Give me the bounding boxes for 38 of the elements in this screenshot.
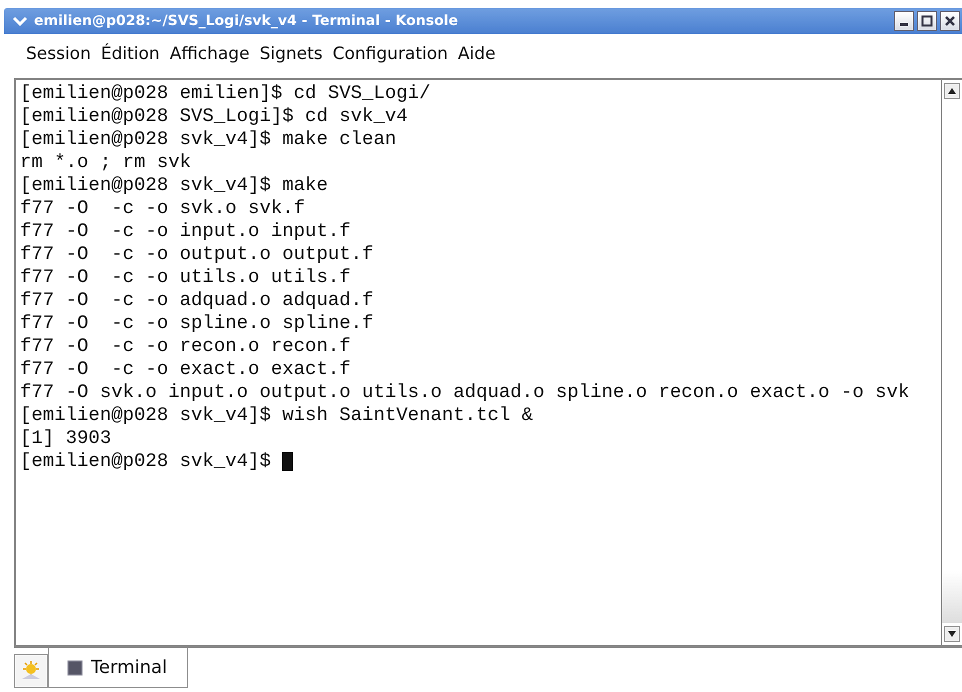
terminal-line: [emilien@p028 SVS_Logi]$ cd svk_v4 (20, 105, 409, 128)
text-cursor (282, 452, 294, 471)
menu-item[interactable]: Affichage (170, 44, 250, 64)
menu-item[interactable]: Signets (260, 44, 323, 64)
menu-item[interactable]: Configuration (332, 44, 448, 64)
menu-item[interactable]: Session (26, 44, 91, 64)
terminal-line: f77 -O -c -o spline.o spline.f (20, 312, 374, 335)
chevron-icon[interactable] (12, 15, 28, 27)
minimize-button[interactable] (894, 11, 914, 31)
terminal-line: rm *.o ; rm svk (20, 151, 192, 174)
menu-item[interactable]: Édition (100, 44, 160, 64)
terminal-line: f77 -O -c -o output.o output.f (20, 243, 374, 266)
terminal-line: [1] 3903 (20, 427, 112, 450)
terminal-line: f77 -O -c -o recon.o recon.f (20, 335, 352, 358)
terminal-line: f77 -O -c -o input.o input.f (20, 220, 352, 243)
terminal-line: [emilien@p028 svk_v4]$ make clean (20, 128, 398, 151)
window-title: emilien@p028:~/SVS_Logi/svk_v4 - Terminal - Konsole (34, 13, 459, 29)
minimize-icon (900, 22, 908, 26)
maximize-button[interactable] (917, 11, 937, 31)
terminal-line: [emilien@p028 svk_v4]$ wish SaintVenant.tcl & (20, 404, 534, 427)
scroll-down-icon[interactable] (944, 626, 960, 642)
terminal-line: [emilien@p028 emilien]$ cd SVS_Logi/ (20, 82, 432, 105)
terminal-line: f77 -O svk.o input.o output.o utils.o adquad.o spline.o recon.o exact.o -o svk (20, 381, 910, 404)
terminal-tab[interactable]: Terminal (48, 648, 188, 688)
close-icon (944, 15, 956, 27)
terminal-line: f77 -O -c -o utils.o utils.f (20, 266, 352, 289)
terminal-prompt: [emilien@p028 svk_v4]$ (20, 450, 272, 473)
close-button[interactable] (940, 11, 960, 31)
sun-icon (20, 661, 42, 681)
maximize-icon (921, 15, 933, 27)
terminal-line: f77 -O -c -o exact.o exact.f (20, 358, 352, 381)
terminal-line: f77 -O -c -o svk.o svk.f (20, 197, 306, 220)
menu-item[interactable]: Aide (458, 44, 496, 64)
terminal-line: f77 -O -c -o adquad.o adquad.f (20, 289, 374, 312)
scroll-up-icon[interactable] (944, 83, 960, 99)
new-session-button[interactable] (14, 654, 48, 688)
terminal-line: [emilien@p028 svk_v4]$ make (20, 174, 329, 197)
terminal-icon (67, 660, 83, 676)
